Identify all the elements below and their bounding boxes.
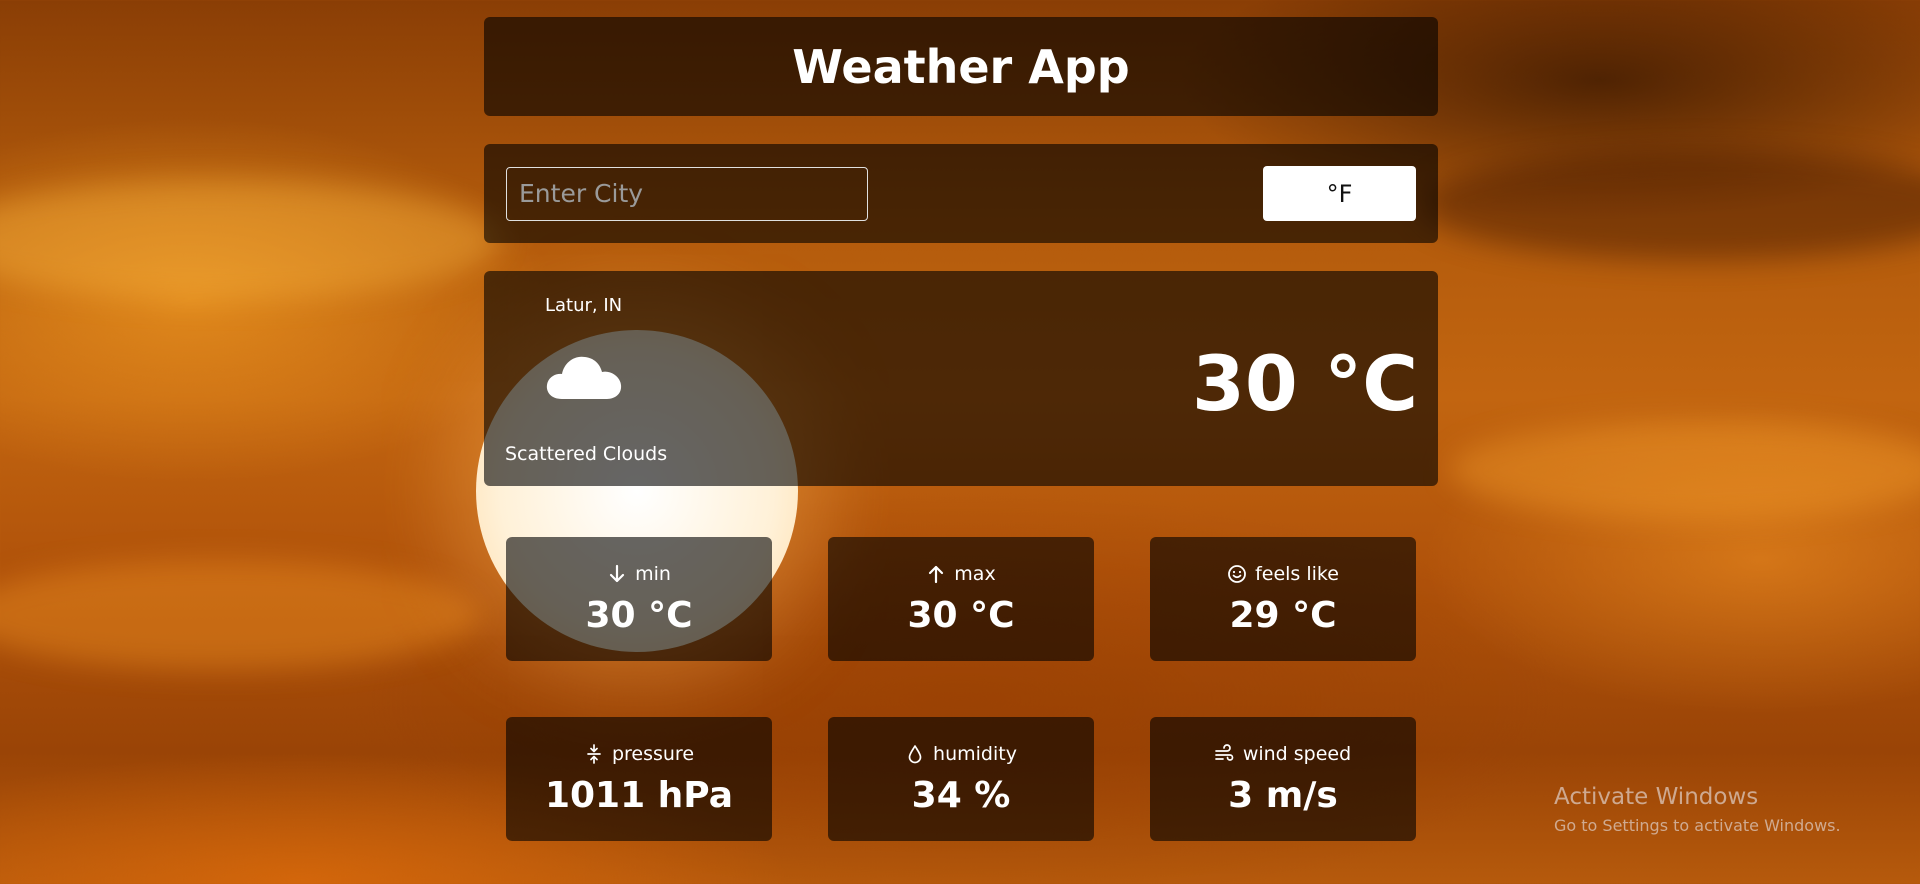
background-cloud [1450, 420, 1920, 520]
activate-windows-watermark: Activate Windows Go to Settings to activ… [1554, 784, 1841, 835]
watermark-title: Activate Windows [1554, 784, 1759, 810]
stat-label: feels like [1255, 562, 1339, 585]
stat-card-min: min 30 °C [506, 537, 772, 661]
stat-label: wind speed [1242, 742, 1352, 765]
header-bar: Weather App [484, 17, 1438, 116]
stat-value: 34 % [911, 774, 1011, 816]
stat-label: humidity [933, 742, 1017, 765]
stat-value: 1011 hPa [544, 774, 734, 816]
current-weather-card: Latur, IN Scattered Clouds 30 °C [484, 271, 1438, 486]
stat-label: max [954, 562, 996, 585]
stat-card-max: max 30 °C [828, 537, 1094, 661]
background-cloud [1420, 150, 1920, 260]
stat-value: 3 m/s [1228, 774, 1338, 816]
unit-toggle-button[interactable]: °F [1263, 166, 1416, 221]
wind-icon [1214, 743, 1234, 761]
cloud-icon [546, 356, 622, 399]
compress-icon [587, 743, 601, 764]
stat-label: min [635, 562, 671, 585]
stat-card-feels-like: feels like 29 °C [1150, 537, 1416, 661]
stat-label: pressure [611, 742, 695, 765]
location-label: Latur, IN [545, 295, 623, 316]
background-cloud [0, 180, 500, 300]
watermark-subtitle: Go to Settings to activate Windows. [1554, 816, 1841, 835]
stat-value: 30 °C [907, 594, 1015, 636]
city-search-input[interactable] [506, 166, 868, 221]
weather-description: Scattered Clouds [505, 443, 668, 465]
stat-card-pressure: pressure 1011 hPa [506, 717, 772, 841]
arrow-down-icon [609, 564, 625, 582]
arrow-up-icon [929, 565, 944, 583]
background-cloud [0, 560, 480, 670]
stat-card-wind-speed: wind speed 3 m/s [1150, 717, 1416, 841]
app-title: Weather App [792, 39, 1130, 94]
current-temperature: 30 °C [1192, 339, 1418, 428]
stat-value: 30 °C [585, 594, 693, 636]
smiley-icon [1228, 564, 1246, 583]
search-bar: °F [484, 144, 1438, 243]
droplet-icon [908, 744, 922, 763]
stats-grid: min 30 °C max 30 °C feels like 29 °C pre… [484, 537, 1438, 841]
app-container: Weather App °F Latur, IN Scattered Cloud… [484, 17, 1438, 841]
stat-card-humidity: humidity 34 % [828, 717, 1094, 841]
stat-value: 29 °C [1229, 594, 1337, 636]
